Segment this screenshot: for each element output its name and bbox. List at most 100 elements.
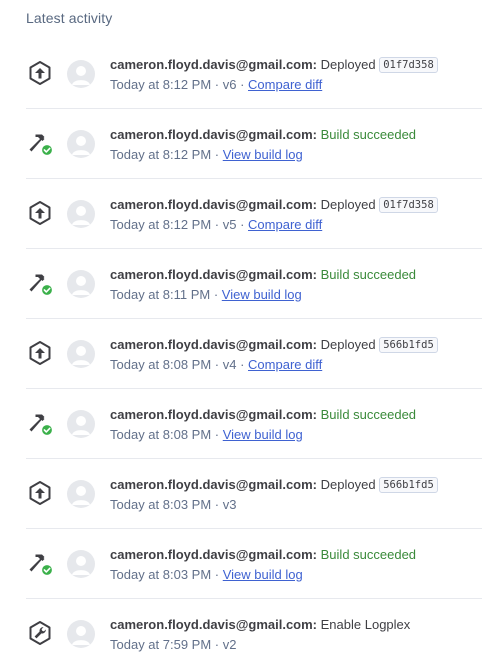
- view-build-log-link[interactable]: View build log: [223, 147, 303, 162]
- activity-summary: cameron.floyd.davis@gmail.com: Deployed …: [110, 56, 480, 74]
- deploy-icon: [27, 480, 53, 506]
- activity-list: cameron.floyd.davis@gmail.com: Deployed …: [26, 39, 482, 668]
- activity-message: Build succeeded: [320, 127, 417, 142]
- release-version: v6: [222, 77, 237, 92]
- avatar: [67, 130, 95, 158]
- avatar: [67, 340, 95, 368]
- user-email: cameron.floyd.davis@gmail.com:: [110, 407, 318, 422]
- activity-message: Deployed: [320, 477, 376, 492]
- activity-message: Enable Logplex: [320, 617, 411, 632]
- activity-row: cameron.floyd.davis@gmail.com: Build suc…: [26, 109, 482, 179]
- activity-summary: cameron.floyd.davis@gmail.com: Build suc…: [110, 126, 480, 144]
- separator: ·: [211, 567, 223, 582]
- activity-text: cameron.floyd.davis@gmail.com: Deployed …: [110, 56, 480, 94]
- activity-meta: Today at 8:03 PM · v3: [110, 496, 480, 514]
- activity-message: Deployed: [320, 337, 376, 352]
- activity-meta: Today at 8:03 PM · View build log: [110, 566, 480, 584]
- separator: ·: [210, 287, 222, 302]
- user-email: cameron.floyd.davis@gmail.com:: [110, 477, 318, 492]
- separator: ·: [211, 357, 223, 372]
- timestamp: Today at 8:11 PM: [110, 287, 211, 302]
- timestamp: Today at 8:12 PM: [110, 147, 212, 162]
- avatar: [67, 480, 95, 508]
- activity-row: cameron.floyd.davis@gmail.com: Build suc…: [26, 389, 482, 459]
- activity-meta: Today at 8:12 PM · View build log: [110, 146, 480, 164]
- timestamp: Today at 8:12 PM: [110, 217, 212, 232]
- activity-row: cameron.floyd.davis@gmail.com: Build suc…: [26, 249, 482, 319]
- activity-text: cameron.floyd.davis@gmail.com: Deployed …: [110, 196, 480, 234]
- activity-row: cameron.floyd.davis@gmail.com: Deployed …: [26, 39, 482, 109]
- avatar: [67, 60, 95, 88]
- deploy-icon: [27, 340, 53, 366]
- user-email: cameron.floyd.davis@gmail.com:: [110, 337, 318, 352]
- commit-hash: 01f7d358: [379, 57, 438, 73]
- user-email: cameron.floyd.davis@gmail.com:: [110, 57, 318, 72]
- compare-diff-link[interactable]: Compare diff: [248, 217, 322, 232]
- avatar: [67, 200, 95, 228]
- activity-row: cameron.floyd.davis@gmail.com: Deployed …: [26, 319, 482, 389]
- activity-text: cameron.floyd.davis@gmail.com: Build suc…: [110, 126, 480, 164]
- compare-diff-link[interactable]: Compare diff: [248, 357, 322, 372]
- activity-summary: cameron.floyd.davis@gmail.com: Deployed …: [110, 476, 480, 494]
- timestamp: Today at 8:08 PM: [110, 357, 212, 372]
- activity-meta: Today at 8:08 PM · View build log: [110, 426, 480, 444]
- activity-meta: Today at 7:59 PM · v2: [110, 636, 480, 654]
- commit-hash: 566b1fd5: [379, 477, 438, 493]
- separator: ·: [211, 637, 223, 652]
- view-build-log-link[interactable]: View build log: [223, 427, 303, 442]
- activity-summary: cameron.floyd.davis@gmail.com: Build suc…: [110, 266, 480, 284]
- user-email: cameron.floyd.davis@gmail.com:: [110, 547, 318, 562]
- activity-meta: Today at 8:08 PM · v4 · Compare diff: [110, 356, 480, 374]
- activity-summary: cameron.floyd.davis@gmail.com: Enable Lo…: [110, 616, 480, 634]
- timestamp: Today at 8:08 PM: [110, 427, 212, 442]
- activity-meta: Today at 8:11 PM · View build log: [110, 286, 480, 304]
- deploy-icon: [27, 60, 53, 86]
- activity-text: cameron.floyd.davis@gmail.com: Build suc…: [110, 406, 480, 444]
- release-version: v4: [222, 357, 237, 372]
- activity-summary: cameron.floyd.davis@gmail.com: Deployed …: [110, 196, 480, 214]
- avatar: [67, 550, 95, 578]
- build-success-icon: [27, 410, 54, 437]
- timestamp: Today at 8:03 PM: [110, 567, 212, 582]
- commit-hash: 01f7d358: [379, 197, 438, 213]
- activity-text: cameron.floyd.davis@gmail.com: Deployed …: [110, 476, 480, 514]
- activity-summary: cameron.floyd.davis@gmail.com: Build suc…: [110, 406, 480, 424]
- separator: ·: [236, 77, 249, 92]
- user-email: cameron.floyd.davis@gmail.com:: [110, 197, 318, 212]
- separator: ·: [236, 217, 249, 232]
- activity-text: cameron.floyd.davis@gmail.com: Enable Lo…: [110, 616, 480, 654]
- activity-message: Build succeeded: [320, 267, 417, 282]
- user-email: cameron.floyd.davis@gmail.com:: [110, 617, 318, 632]
- activity-summary: cameron.floyd.davis@gmail.com: Deployed …: [110, 336, 480, 354]
- compare-diff-link[interactable]: Compare diff: [248, 77, 322, 92]
- timestamp: Today at 7:59 PM: [110, 637, 212, 652]
- activity-message: Deployed: [320, 57, 376, 72]
- separator: ·: [211, 427, 223, 442]
- separator: ·: [211, 217, 223, 232]
- avatar: [67, 410, 95, 438]
- activity-message: Build succeeded: [320, 407, 417, 422]
- deploy-icon: [27, 200, 53, 226]
- timestamp: Today at 8:12 PM: [110, 77, 212, 92]
- separator: ·: [211, 147, 223, 162]
- activity-text: cameron.floyd.davis@gmail.com: Build suc…: [110, 266, 480, 304]
- view-build-log-link[interactable]: View build log: [223, 567, 303, 582]
- activity-text: cameron.floyd.davis@gmail.com: Build suc…: [110, 546, 480, 584]
- activity-row: cameron.floyd.davis@gmail.com: Enable Lo…: [26, 599, 482, 668]
- release-version: v3: [222, 497, 237, 512]
- user-email: cameron.floyd.davis@gmail.com:: [110, 127, 318, 142]
- build-success-icon: [27, 130, 54, 157]
- wrench-icon: [27, 620, 53, 646]
- separator: ·: [236, 357, 249, 372]
- activity-meta: Today at 8:12 PM · v6 · Compare diff: [110, 76, 480, 94]
- activity-text: cameron.floyd.davis@gmail.com: Deployed …: [110, 336, 480, 374]
- release-version: v2: [222, 637, 237, 652]
- avatar: [67, 270, 95, 298]
- activity-panel: Latest activity cameron.floyd.davis@gmai…: [0, 0, 482, 663]
- avatar: [67, 620, 95, 648]
- build-success-icon: [27, 270, 54, 297]
- separator: ·: [211, 497, 223, 512]
- user-email: cameron.floyd.davis@gmail.com:: [110, 267, 318, 282]
- view-build-log-link[interactable]: View build log: [222, 287, 302, 302]
- activity-row: cameron.floyd.davis@gmail.com: Build suc…: [26, 529, 482, 599]
